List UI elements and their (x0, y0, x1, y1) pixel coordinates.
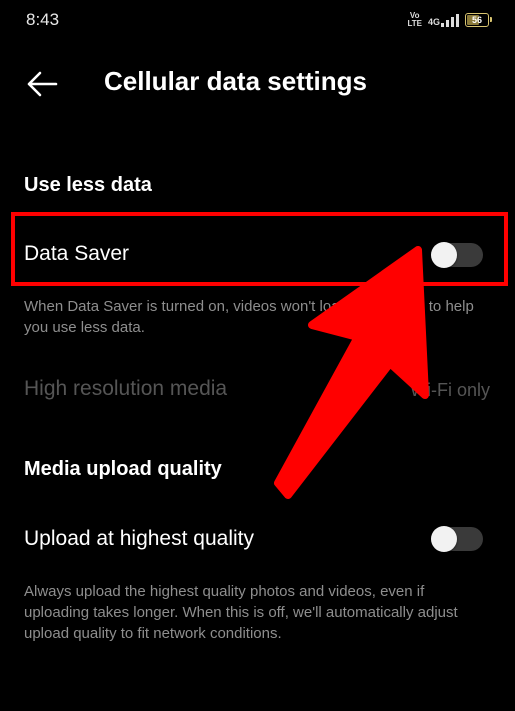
data-saver-toggle[interactable] (431, 242, 483, 268)
volte-icon: Vo LTE (407, 11, 422, 28)
status-time: 8:43 (26, 10, 60, 29)
battery-icon: 56 (465, 13, 492, 27)
data-saver-label[interactable]: Data Saver (24, 242, 129, 266)
signal-icon (441, 13, 459, 27)
back-arrow-icon[interactable] (26, 68, 58, 100)
section-heading-use-less-data: Use less data (24, 174, 152, 196)
mobile-network-icon: 4G (428, 13, 459, 27)
high-resolution-media-label[interactable]: High resolution media (24, 377, 227, 401)
upload-highest-quality-toggle[interactable] (431, 526, 483, 552)
data-saver-description: When Data Saver is turned on, videos won… (24, 298, 474, 336)
page-title: Cellular data settings (104, 66, 367, 96)
upload-highest-quality-description: Always upload the highest quality photos… (24, 583, 458, 642)
pointer-arrow-icon (274, 246, 429, 499)
section-heading-media-upload-quality: Media upload quality (24, 458, 222, 480)
toggle-knob (431, 526, 457, 552)
toggle-knob (431, 242, 457, 268)
status-icons: Vo LTE 4G 56 (407, 10, 492, 30)
upload-highest-quality-label[interactable]: Upload at highest quality (24, 527, 254, 551)
high-resolution-media-value[interactable]: Wi-Fi only (410, 380, 490, 401)
